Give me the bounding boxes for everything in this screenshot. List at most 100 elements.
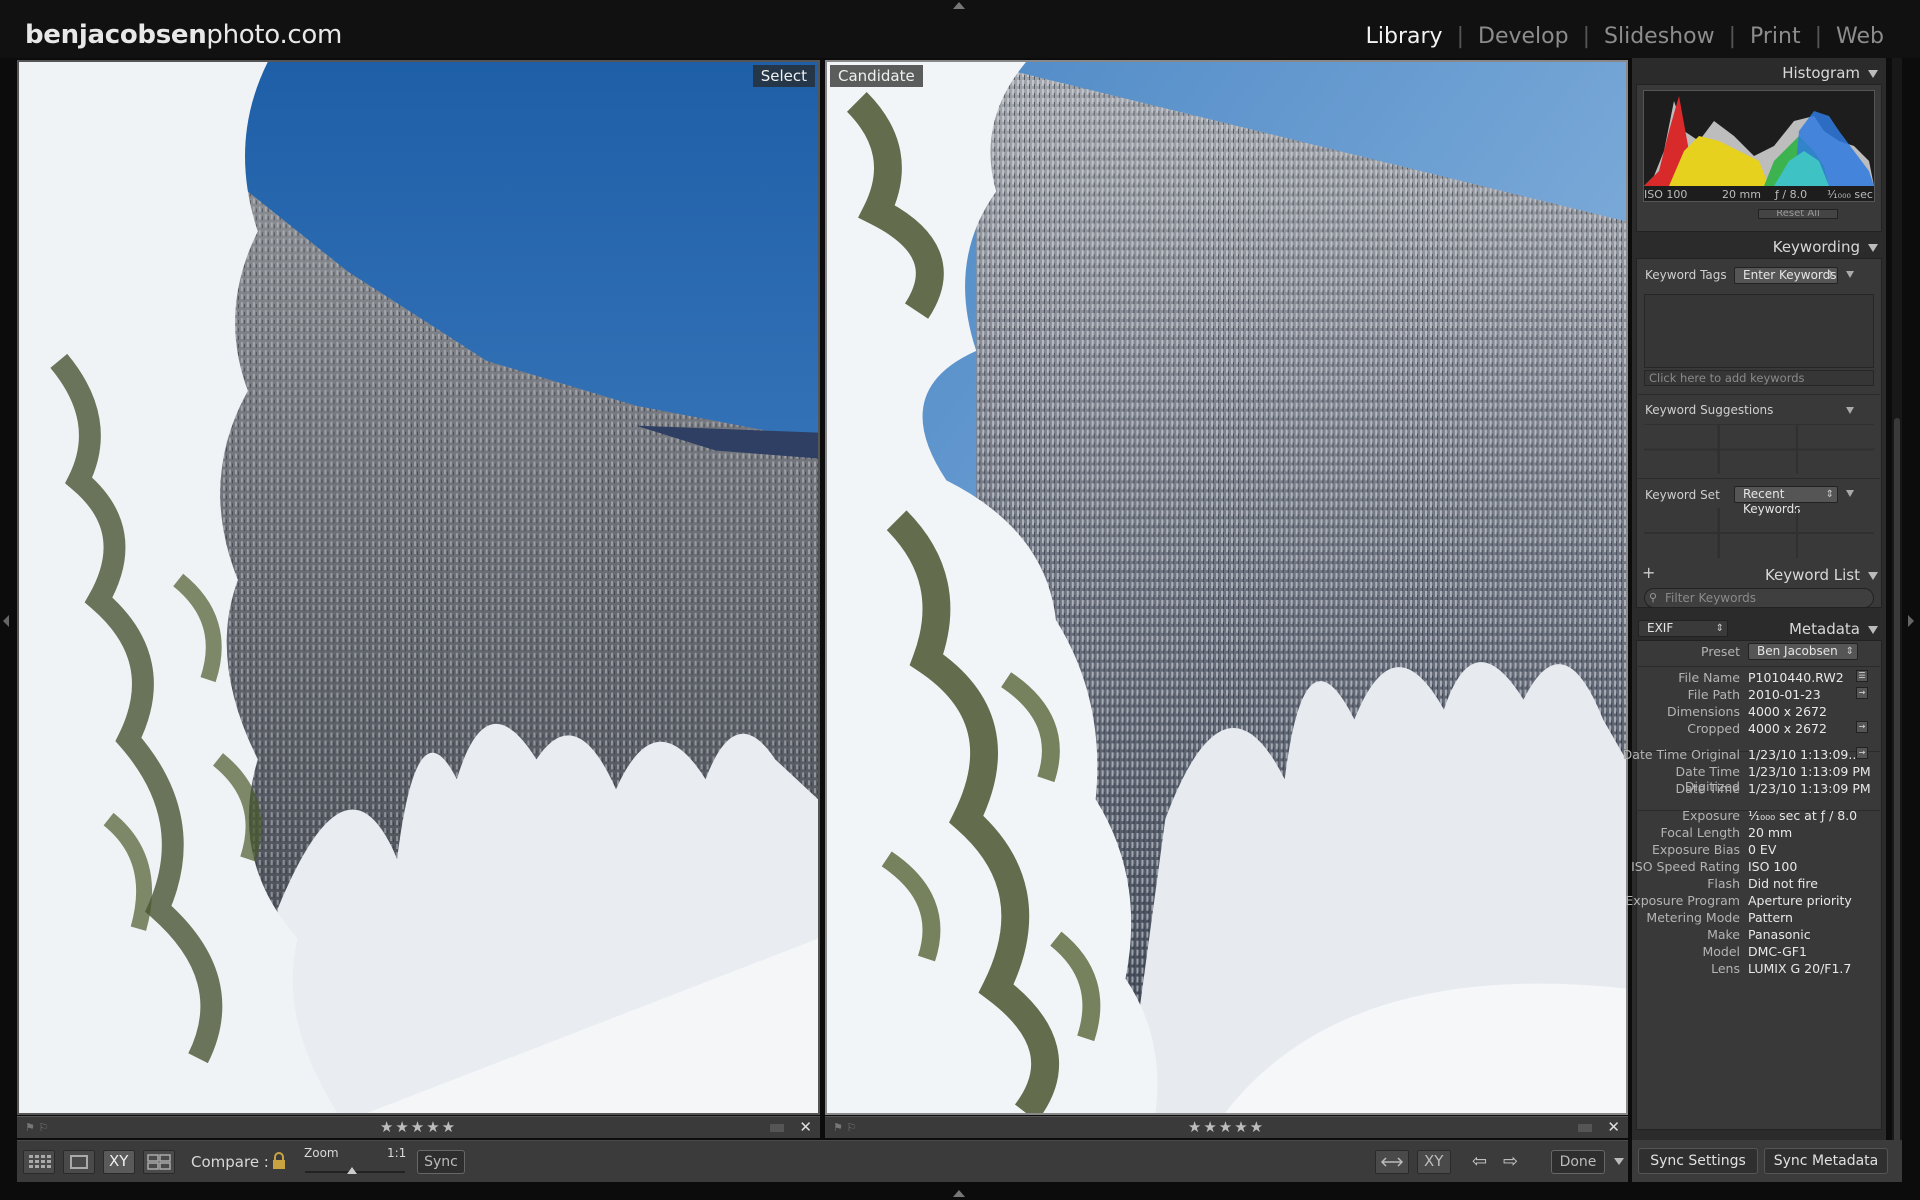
metadata-label: Date Time [1675,781,1740,796]
metadata-value: 1/23/10 1:13:09 PM [1748,781,1871,796]
metadata-value: 4000 x 2672 [1748,704,1827,719]
metadata-value: 20 mm [1748,825,1793,840]
swap-button[interactable] [1375,1150,1409,1174]
rating-stars[interactable]: ★★★★★ [1188,1118,1265,1136]
cropped-goto-icon[interactable]: → [1856,721,1868,733]
file-path-goto-icon[interactable]: → [1856,687,1868,699]
metadata-value: 0 EV [1748,842,1777,857]
collapse-top-panel-icon[interactable] [953,2,965,9]
histogram-header[interactable]: Histogram [1782,64,1878,82]
metadata-mode-dropdown[interactable]: EXIF [1638,620,1728,637]
keyword-tags-label: Keyword Tags [1645,268,1727,282]
close-icon[interactable]: ✕ [799,1118,812,1136]
histogram-aperture: ƒ / 8.0 [1775,188,1808,201]
rating-stars[interactable]: ★★★★★ [380,1118,457,1136]
color-label-swatch[interactable] [1578,1124,1592,1132]
metadata-label: Exposure Bias [1651,842,1740,857]
metadata-value: Panasonic [1748,927,1811,942]
collapse-triangle-icon [1868,243,1878,252]
candidate-photo-pane[interactable]: Candidate [825,60,1628,1115]
select-photo-pane[interactable]: Select [17,60,820,1115]
right-panel-scrollbar[interactable] [1892,58,1902,1158]
module-develop[interactable]: Develop [1464,24,1583,49]
swap-icon [1380,1157,1404,1167]
survey-view-button[interactable] [143,1150,175,1174]
flag-icons[interactable]: ⚑ ⚐ [25,1121,48,1134]
compare-view-button[interactable]: XY [103,1150,135,1174]
top-bar: benjacobsenphoto.com Library | Develop | S… [0,0,1920,58]
date-time-original-goto-icon[interactable]: → [1856,747,1868,759]
module-print[interactable]: Print [1736,24,1815,49]
metadata-value: Pattern [1748,910,1793,925]
make-select-button[interactable]: XY [1417,1150,1451,1174]
metadata-label: File Path [1687,687,1740,702]
keyword-list-header[interactable]: Keyword List [1765,566,1878,584]
toolbar-menu-chevron-icon[interactable] [1614,1158,1624,1165]
right-panel-bottom-bar: Sync Settings Sync Metadata [1632,1140,1902,1182]
module-slideshow[interactable]: Slideshow [1590,24,1729,49]
grid-view-button[interactable] [23,1150,55,1174]
metadata-value: 2010-01-23 [1748,687,1821,702]
module-library[interactable]: Library [1352,24,1457,49]
metadata-value: DMC-GF1 [1748,944,1807,959]
metadata-label: Flash [1707,876,1740,891]
zoom-slider-thumb[interactable] [347,1167,357,1174]
color-label-swatch[interactable] [770,1124,784,1132]
keyword-set-label: Keyword Set [1645,488,1720,502]
preset-dropdown[interactable]: Ben Jacobsen [1748,643,1858,660]
metadata-label: Dimensions [1667,704,1740,719]
metadata-label: Lens [1711,961,1740,976]
next-arrow-icon[interactable]: ⇨ [1503,1151,1518,1172]
close-icon[interactable]: ✕ [1607,1118,1620,1136]
metadata-label: ISO Speed Rating [1631,859,1740,874]
metadata-label: Metering Mode [1646,910,1740,925]
keyword-suggestions-grid [1644,424,1874,474]
keyword-set-grid [1644,508,1874,558]
zoom-label: Zoom [304,1146,339,1160]
collapse-left-panel-icon[interactable] [3,615,9,627]
candidate-photo [827,62,1626,1113]
metadata-header[interactable]: Metadata [1789,620,1878,638]
keyword-tags-dropdown[interactable]: Enter Keywords [1734,267,1838,284]
metadata-value: ISO 100 [1748,859,1798,874]
sync-metadata-button[interactable]: Sync Metadata [1764,1148,1888,1174]
metadata-value: Did not fire [1748,876,1818,891]
collapse-bottom-panel-icon[interactable] [953,1190,965,1197]
sync-settings-button[interactable]: Sync Settings [1638,1148,1758,1174]
keyword-set-dropdown[interactable]: Recent Keywords [1734,486,1838,516]
reset-all-button[interactable]: Reset All [1758,209,1838,219]
select-photo [19,62,818,1113]
candidate-label: Candidate [830,65,923,87]
collapse-triangle-icon [1868,571,1878,580]
collapse-triangle-icon [1868,625,1878,634]
select-pane-footer: ⚑ ⚐ ★★★★★ ✕ [17,1116,820,1138]
right-panel: Histogram ISO 100 20 mm ƒ / 8.0 ¹⁄₁₀₀₀ s… [1623,58,1886,1140]
loupe-view-button[interactable] [63,1150,95,1174]
identity-plate: benjacobsenphoto.com [25,20,343,50]
candidate-pane-footer: ⚑ ⚐ ★★★★★ ✕ [825,1116,1628,1138]
metadata-value: P1010440.RW2 [1748,670,1844,685]
keyword-suggestions-menu-icon[interactable] [1846,407,1854,414]
keyword-tags-menu-icon[interactable] [1846,271,1854,278]
search-icon: ⚲ [1649,591,1658,604]
histogram-iso: ISO 100 [1644,188,1688,201]
keywords-textarea[interactable] [1644,294,1874,368]
add-keyword-icon[interactable]: + [1642,563,1655,582]
histogram-chart [1644,96,1874,186]
module-picker: Library | Develop | Slideshow | Print | Web [1352,24,1898,49]
compare-label: Compare : [191,1153,269,1171]
collapse-right-panel-icon[interactable] [1908,615,1914,627]
filter-keywords-input[interactable]: Filter Keywords [1644,588,1874,608]
done-button[interactable]: Done [1551,1150,1605,1174]
keywording-header[interactable]: Keywording [1773,238,1878,256]
flag-icons[interactable]: ⚑ ⚐ [833,1121,856,1134]
module-web[interactable]: Web [1822,24,1898,49]
file-name-action-icon[interactable]: ☰ [1856,670,1868,682]
previous-arrow-icon[interactable]: ⇦ [1472,1151,1487,1172]
keyword-set-menu-icon[interactable] [1846,490,1854,497]
lock-icon[interactable] [272,1151,286,1171]
preset-label: Preset [1701,644,1740,659]
sync-button[interactable]: Sync [417,1150,465,1174]
metadata-label: Cropped [1687,721,1740,736]
click-to-add-keywords[interactable]: Click here to add keywords [1644,370,1874,386]
